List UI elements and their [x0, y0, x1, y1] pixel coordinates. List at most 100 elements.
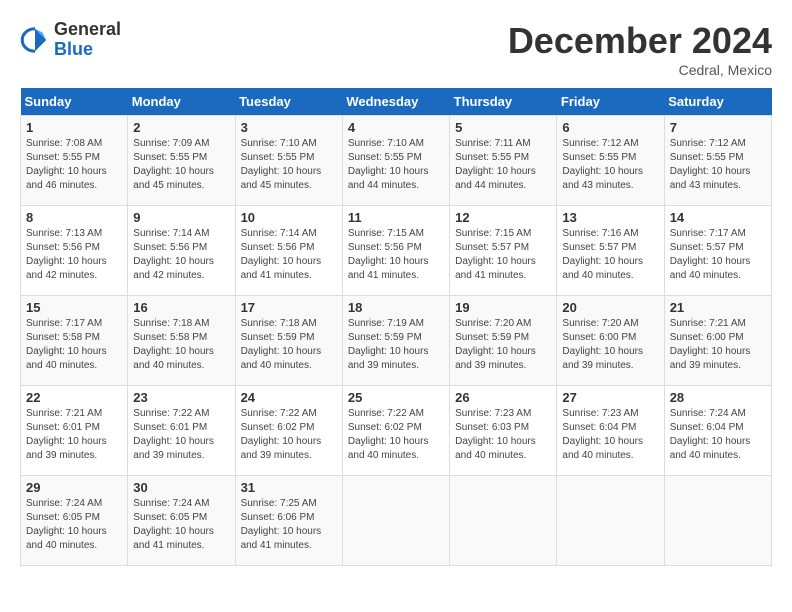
calendar-day: 30 Sunrise: 7:24 AMSunset: 6:05 PMDayligh…	[128, 476, 235, 566]
calendar-day: 22 Sunrise: 7:21 AMSunset: 6:01 PMDayligh…	[21, 386, 128, 476]
day-info: Sunrise: 7:12 AMSunset: 5:55 PMDaylight:…	[562, 137, 658, 193]
calendar-day: 13 Sunrise: 7:16 AMSunset: 5:57 PMDayligh…	[557, 206, 664, 296]
calendar-day: 28 Sunrise: 7:24 AMSunset: 6:04 PMDayligh…	[664, 386, 771, 476]
day-number: 16	[133, 300, 229, 315]
logo: General Blue	[20, 20, 121, 60]
day-info: Sunrise: 7:10 AMSunset: 5:55 PMDaylight:…	[348, 137, 444, 193]
calendar-day: 20 Sunrise: 7:20 AMSunset: 6:00 PMDayligh…	[557, 296, 664, 386]
day-info: Sunrise: 7:14 AMSunset: 5:56 PMDaylight:…	[133, 227, 229, 283]
day-info: Sunrise: 7:22 AMSunset: 6:02 PMDaylight:…	[241, 407, 337, 463]
day-number: 7	[670, 120, 766, 135]
day-number: 21	[670, 300, 766, 315]
title-area: December 2024 Cedral, Mexico	[508, 20, 772, 78]
day-number: 23	[133, 390, 229, 405]
day-info: Sunrise: 7:15 AMSunset: 5:57 PMDaylight:…	[455, 227, 551, 283]
header-saturday: Saturday	[664, 88, 771, 116]
calendar-day: 19 Sunrise: 7:20 AMSunset: 5:59 PMDayligh…	[450, 296, 557, 386]
day-number: 6	[562, 120, 658, 135]
day-info: Sunrise: 7:21 AMSunset: 6:01 PMDaylight:…	[26, 407, 122, 463]
calendar-row: 1Sunrise: 7:08 AMSunset: 5:55 PMDaylight…	[21, 116, 772, 206]
calendar-day: 2Sunrise: 7:09 AMSunset: 5:55 PMDaylight…	[128, 116, 235, 206]
calendar-day: 9Sunrise: 7:14 AMSunset: 5:56 PMDaylight…	[128, 206, 235, 296]
day-info: Sunrise: 7:23 AMSunset: 6:03 PMDaylight:…	[455, 407, 551, 463]
day-info: Sunrise: 7:22 AMSunset: 6:02 PMDaylight:…	[348, 407, 444, 463]
day-info: Sunrise: 7:17 AMSunset: 5:57 PMDaylight:…	[670, 227, 766, 283]
day-info: Sunrise: 7:24 AMSunset: 6:05 PMDaylight:…	[26, 497, 122, 553]
day-number: 26	[455, 390, 551, 405]
day-number: 14	[670, 210, 766, 225]
calendar-day: 6 Sunrise: 7:12 AMSunset: 5:55 PMDaylight…	[557, 116, 664, 206]
calendar-day: 25 Sunrise: 7:22 AMSunset: 6:02 PMDayligh…	[342, 386, 449, 476]
day-info: Sunrise: 7:24 AMSunset: 6:05 PMDaylight:…	[133, 497, 229, 553]
header-monday: Monday	[128, 88, 235, 116]
day-info: Sunrise: 7:08 AMSunset: 5:55 PMDaylight:…	[26, 137, 122, 193]
month-title: December 2024	[508, 20, 772, 62]
day-number: 3	[241, 120, 337, 135]
calendar-row: 22 Sunrise: 7:21 AMSunset: 6:01 PMDayligh…	[21, 386, 772, 476]
calendar-day: 10 Sunrise: 7:14 AMSunset: 5:56 PMDayligh…	[235, 206, 342, 296]
day-info: Sunrise: 7:15 AMSunset: 5:56 PMDaylight:…	[348, 227, 444, 283]
day-info: Sunrise: 7:21 AMSunset: 6:00 PMDaylight:…	[670, 317, 766, 373]
calendar-day: 26 Sunrise: 7:23 AMSunset: 6:03 PMDayligh…	[450, 386, 557, 476]
day-info: Sunrise: 7:12 AMSunset: 5:55 PMDaylight:…	[670, 137, 766, 193]
calendar-row: 29 Sunrise: 7:24 AMSunset: 6:05 PMDayligh…	[21, 476, 772, 566]
day-number: 28	[670, 390, 766, 405]
logo-text: General Blue	[54, 20, 121, 60]
calendar-day: 16 Sunrise: 7:18 AMSunset: 5:58 PMDayligh…	[128, 296, 235, 386]
calendar-day	[557, 476, 664, 566]
calendar-header-row: Sunday Monday Tuesday Wednesday Thursday…	[21, 88, 772, 116]
day-number: 5	[455, 120, 551, 135]
header-wednesday: Wednesday	[342, 88, 449, 116]
day-number: 10	[241, 210, 337, 225]
calendar-day: 27Sunrise: 7:23 AMSunset: 6:04 PMDayligh…	[557, 386, 664, 476]
calendar-day	[342, 476, 449, 566]
calendar-day	[450, 476, 557, 566]
header-thursday: Thursday	[450, 88, 557, 116]
day-info: Sunrise: 7:24 AMSunset: 6:04 PMDaylight:…	[670, 407, 766, 463]
day-number: 30	[133, 480, 229, 495]
logo-icon	[20, 25, 50, 55]
calendar-day: 17Sunrise: 7:18 AMSunset: 5:59 PMDayligh…	[235, 296, 342, 386]
calendar-day: 29 Sunrise: 7:24 AMSunset: 6:05 PMDayligh…	[21, 476, 128, 566]
day-number: 18	[348, 300, 444, 315]
calendar-table: Sunday Monday Tuesday Wednesday Thursday…	[20, 88, 772, 566]
calendar-day: 14 Sunrise: 7:17 AMSunset: 5:57 PMDayligh…	[664, 206, 771, 296]
day-number: 13	[562, 210, 658, 225]
day-info: Sunrise: 7:17 AMSunset: 5:58 PMDaylight:…	[26, 317, 122, 373]
day-info: Sunrise: 7:11 AMSunset: 5:55 PMDaylight:…	[455, 137, 551, 193]
day-number: 20	[562, 300, 658, 315]
day-info: Sunrise: 7:18 AMSunset: 5:59 PMDaylight:…	[241, 317, 337, 373]
calendar-day: 23 Sunrise: 7:22 AMSunset: 6:01 PMDayligh…	[128, 386, 235, 476]
day-info: Sunrise: 7:20 AMSunset: 5:59 PMDaylight:…	[455, 317, 551, 373]
calendar-day: 7 Sunrise: 7:12 AMSunset: 5:55 PMDaylight…	[664, 116, 771, 206]
calendar-day: 15 Sunrise: 7:17 AMSunset: 5:58 PMDayligh…	[21, 296, 128, 386]
calendar-day: 5 Sunrise: 7:11 AMSunset: 5:55 PMDaylight…	[450, 116, 557, 206]
day-number: 25	[348, 390, 444, 405]
day-number: 29	[26, 480, 122, 495]
day-info: Sunrise: 7:14 AMSunset: 5:56 PMDaylight:…	[241, 227, 337, 283]
logo-general: General	[54, 20, 121, 40]
header-friday: Friday	[557, 88, 664, 116]
day-number: 27	[562, 390, 658, 405]
day-info: Sunrise: 7:18 AMSunset: 5:58 PMDaylight:…	[133, 317, 229, 373]
day-info: Sunrise: 7:16 AMSunset: 5:57 PMDaylight:…	[562, 227, 658, 283]
day-number: 12	[455, 210, 551, 225]
header-sunday: Sunday	[21, 88, 128, 116]
calendar-day	[664, 476, 771, 566]
calendar-day: 12 Sunrise: 7:15 AMSunset: 5:57 PMDayligh…	[450, 206, 557, 296]
day-number: 15	[26, 300, 122, 315]
calendar-day: 24Sunrise: 7:22 AMSunset: 6:02 PMDayligh…	[235, 386, 342, 476]
day-info: Sunrise: 7:13 AMSunset: 5:56 PMDaylight:…	[26, 227, 122, 283]
day-number: 22	[26, 390, 122, 405]
calendar-day: 3Sunrise: 7:10 AMSunset: 5:55 PMDaylight…	[235, 116, 342, 206]
calendar-day: 8Sunrise: 7:13 AMSunset: 5:56 PMDaylight…	[21, 206, 128, 296]
page-header: General Blue December 2024 Cedral, Mexic…	[20, 20, 772, 78]
calendar-day: 18 Sunrise: 7:19 AMSunset: 5:59 PMDayligh…	[342, 296, 449, 386]
day-info: Sunrise: 7:22 AMSunset: 6:01 PMDaylight:…	[133, 407, 229, 463]
day-info: Sunrise: 7:19 AMSunset: 5:59 PMDaylight:…	[348, 317, 444, 373]
day-number: 31	[241, 480, 337, 495]
day-info: Sunrise: 7:20 AMSunset: 6:00 PMDaylight:…	[562, 317, 658, 373]
day-number: 2	[133, 120, 229, 135]
calendar-day: 4Sunrise: 7:10 AMSunset: 5:55 PMDaylight…	[342, 116, 449, 206]
day-number: 19	[455, 300, 551, 315]
